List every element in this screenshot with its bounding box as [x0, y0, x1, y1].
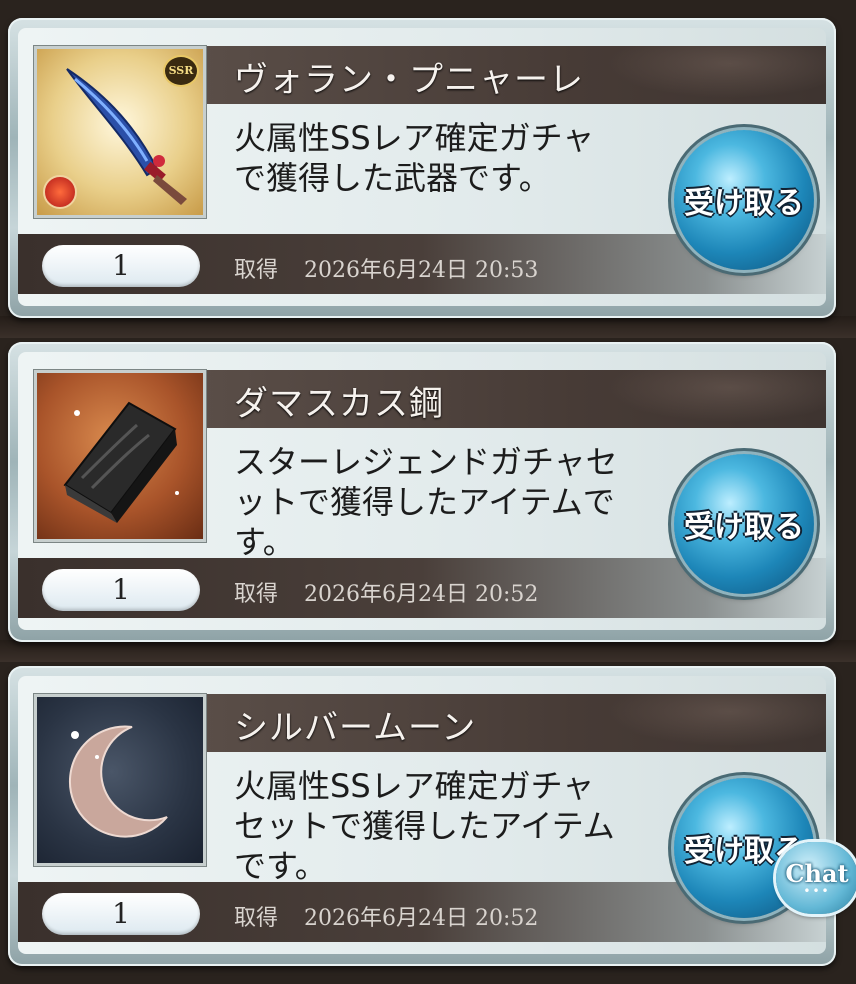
quantity-badge: 1 [42, 569, 200, 611]
chat-button[interactable]: Chat ••• [776, 842, 856, 914]
gift-card-3: シルバームーン 火属性SSレア確定ガチャ セットで獲得したアイテム です。 1 … [8, 666, 836, 966]
fire-element-icon [43, 175, 77, 209]
quantity-badge: 1 [42, 245, 200, 287]
quantity-badge: 1 [42, 893, 200, 935]
item-description: スターレジェンドガチャセ ットで獲得したアイテムで す。 [234, 443, 618, 561]
chat-dots-icon: ••• [803, 883, 831, 898]
gift-card-1: ヴォラン・プニャーレ 火属性SSレア確定ガチャ で獲得した武器です。 SSR 1… [8, 18, 836, 318]
item-name: ダマスカス鋼 [234, 384, 444, 424]
obtained-datetime: 2026年6月24日 20:53 [304, 258, 539, 283]
item-name: ヴォラン・プニャーレ [234, 60, 584, 100]
silver-moon-icon [34, 694, 206, 866]
ssr-badge: SSR [163, 55, 199, 87]
item-name: シルバームーン [234, 708, 477, 748]
receive-button[interactable]: 受け取る [674, 454, 814, 594]
obtained-label: 取得 [234, 906, 279, 931]
obtained-info: 取得 2026年6月24日 20:52 [234, 576, 538, 608]
gift-card-body: ダマスカス鋼 スターレジェンドガチャセ ットで獲得したアイテムで す。 1 取得… [18, 352, 826, 630]
damascus-ingot-icon [34, 370, 206, 542]
receive-button[interactable]: 受け取る [674, 130, 814, 270]
gift-card-body: シルバームーン 火属性SSレア確定ガチャ セットで獲得したアイテム です。 1 … [18, 676, 826, 954]
obtained-datetime: 2026年6月24日 20:52 [304, 906, 539, 931]
obtained-info: 取得 2026年6月24日 20:53 [234, 252, 538, 284]
obtained-datetime: 2026年6月24日 20:52 [304, 582, 539, 607]
obtained-label: 取得 [234, 258, 279, 283]
item-description: 火属性SSレア確定ガチャ セットで獲得したアイテム です。 [234, 767, 615, 885]
weapon-dagger-icon: SSR [34, 46, 206, 218]
gift-card-2: ダマスカス鋼 スターレジェンドガチャセ ットで獲得したアイテムで す。 1 取得… [8, 342, 836, 642]
obtained-label: 取得 [234, 582, 279, 607]
obtained-info: 取得 2026年6月24日 20:52 [234, 900, 538, 932]
item-description: 火属性SSレア確定ガチャ で獲得した武器です。 [234, 119, 595, 197]
gift-card-body: ヴォラン・プニャーレ 火属性SSレア確定ガチャ で獲得した武器です。 SSR 1… [18, 28, 826, 306]
